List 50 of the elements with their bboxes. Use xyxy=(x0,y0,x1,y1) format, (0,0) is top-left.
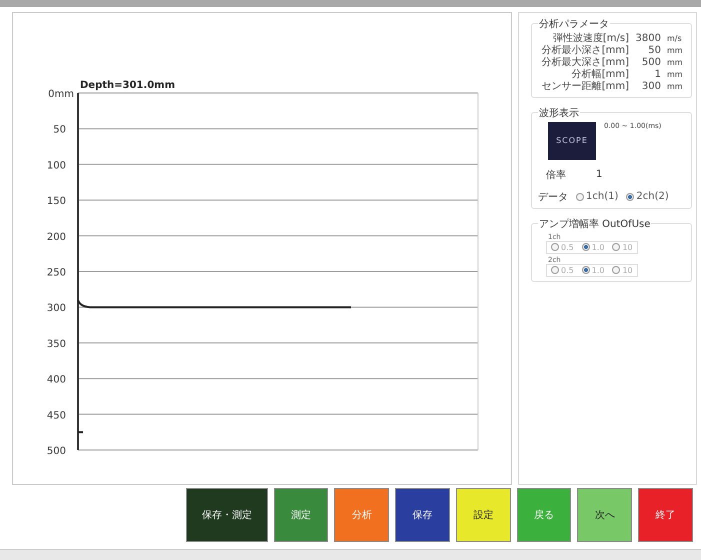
axis-label: 250 xyxy=(46,267,66,278)
data-label: データ xyxy=(538,190,568,204)
parameter-unit: mm xyxy=(666,80,684,93)
axis-label: 200 xyxy=(46,232,66,243)
radio-option[interactable]: 0.5 xyxy=(551,266,574,275)
parameter-unit: mm xyxy=(666,56,684,69)
action-button[interactable]: 保存・測定 xyxy=(186,488,268,542)
axis-label: 300 xyxy=(46,302,66,314)
axis-label: 0mm xyxy=(48,88,74,100)
parameter-label: 分析最大深さ[mm] xyxy=(540,56,629,68)
axis-label: 500 xyxy=(46,446,66,457)
chart-title: Depth=301.0mm xyxy=(80,80,175,91)
radio-option[interactable]: 1ch(1) xyxy=(576,191,618,202)
action-button[interactable]: 次へ xyxy=(577,488,632,542)
action-button[interactable]: 終了 xyxy=(638,488,693,542)
axis-label: 150 xyxy=(46,196,66,207)
action-button[interactable]: 設定 xyxy=(456,488,511,542)
axis-label: 100 xyxy=(46,160,66,172)
parameter-value: 300 xyxy=(640,80,661,93)
parameter-label: 弾性波速度[m/s] xyxy=(552,32,629,44)
action-button[interactable]: 分析 xyxy=(334,488,390,542)
gain-label: 倍率 xyxy=(546,168,566,182)
parameter-value: 1 xyxy=(654,68,661,81)
panel-title: アンプ増幅率 OutOfUse xyxy=(538,218,652,231)
parameter-unit: mm xyxy=(666,44,684,57)
gain-value: 1 xyxy=(596,169,602,180)
action-button[interactable]: 測定 xyxy=(274,488,328,542)
axis-label: 350 xyxy=(46,338,66,350)
parameter-unit: mm xyxy=(666,68,684,81)
panel-title: 波形表示 xyxy=(538,106,580,120)
parameter-label: センサー距離[mm] xyxy=(540,80,629,93)
parameter-value: 500 xyxy=(640,56,661,69)
parameter-value: 3800 xyxy=(634,32,661,45)
axis-label: 400 xyxy=(46,374,66,386)
radio-option[interactable]: 10 xyxy=(612,242,633,252)
action-button[interactable]: 戻る xyxy=(516,488,572,542)
axis-label: 50 xyxy=(53,124,66,136)
radio-option[interactable]: 1.0 xyxy=(582,242,604,252)
parameter-value: 50 xyxy=(647,44,661,57)
axis-label: 450 xyxy=(46,410,66,422)
radio-option[interactable]: 10 xyxy=(612,266,633,275)
panel-title: 分析パラメータ xyxy=(538,18,610,31)
parameter-label: 分析幅[mm] xyxy=(570,68,629,81)
scope-logo: SCOPE xyxy=(548,122,596,160)
action-button[interactable]: 保存 xyxy=(395,488,450,542)
radio-option[interactable]: 2ch(2) xyxy=(626,191,669,202)
radio-option[interactable]: 1.0 xyxy=(582,266,604,275)
radio-option[interactable]: 0.5 xyxy=(551,242,574,252)
parameter-label: 分析最小深さ[mm] xyxy=(540,44,629,56)
parameter-unit: m/s xyxy=(666,32,683,45)
